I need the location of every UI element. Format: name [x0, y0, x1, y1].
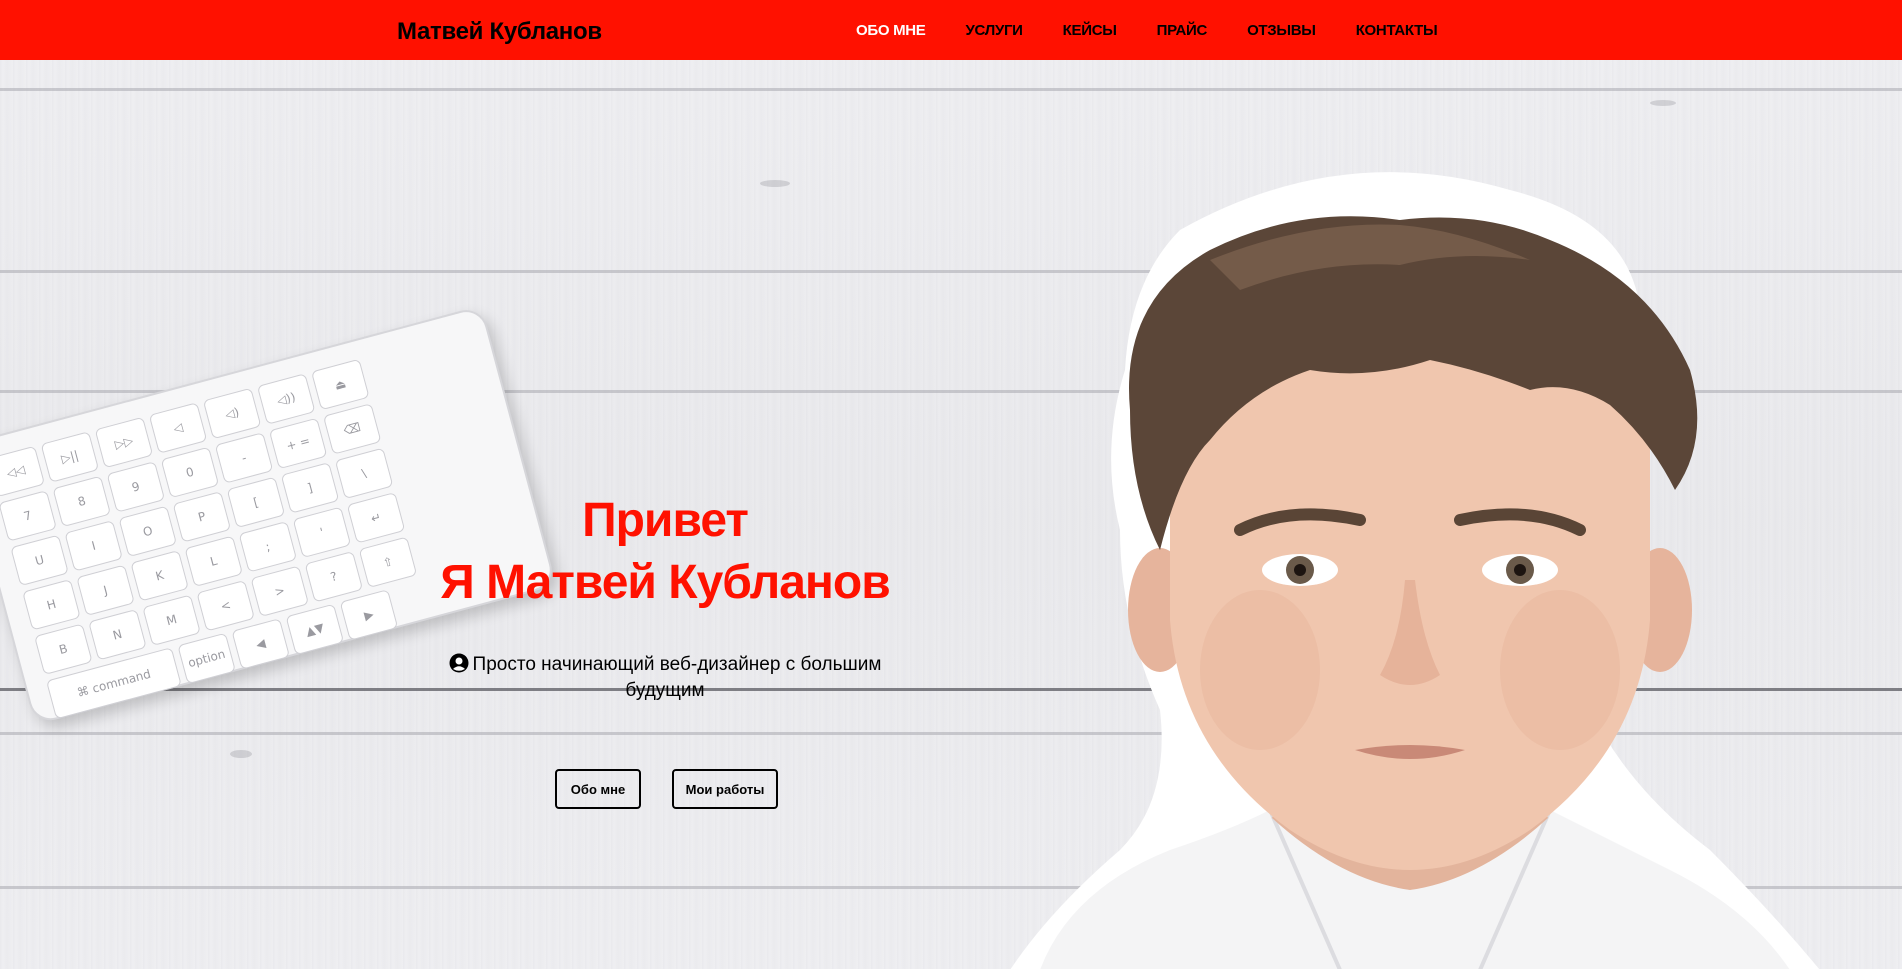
keyboard-key: M	[142, 594, 201, 647]
keyboard-key: ◁	[148, 402, 208, 454]
nav-item-reviews[interactable]: ОТЗЫВЫ	[1247, 22, 1316, 39]
keyboard-key: ◁))	[256, 373, 316, 425]
keyboard-key: <	[196, 579, 255, 632]
keyboard-key: 0	[160, 446, 220, 499]
keyboard-key: ;	[238, 521, 298, 573]
hero-subtitle-text: Просто начинающий веб-дизайнер с большим…	[472, 654, 882, 701]
keyboard-key: ⏏	[310, 358, 370, 411]
keyboard-key: O	[118, 505, 178, 558]
keyboard-key: ▲▼	[285, 603, 345, 656]
keyboard-key: N	[88, 608, 147, 661]
keyboard-key: ◁◁	[0, 445, 46, 498]
keyboard-key: \	[334, 447, 394, 500]
wood-knot	[1650, 100, 1676, 106]
site-header: Матвей Кубланов ОБО МНЕ УСЛУГИ КЕЙСЫ ПРА…	[0, 0, 1902, 60]
keyboard-key: option	[177, 632, 236, 685]
keyboard-key: -	[214, 432, 274, 484]
keyboard-key: ▷||	[40, 431, 100, 483]
keyboard-key: [	[226, 476, 286, 529]
my-works-button[interactable]: Мои работы	[672, 769, 778, 809]
keyboard-key: H	[22, 578, 81, 631]
main-nav: ОБО МНЕ УСЛУГИ КЕЙСЫ ПРАЙС ОТЗЫВЫ КОНТАК…	[856, 22, 1477, 39]
keyboard-key: >	[250, 565, 310, 618]
nav-item-services[interactable]: УСЛУГИ	[966, 22, 1023, 39]
keyboard-key: ◀	[231, 618, 291, 670]
portrait-photo	[1010, 172, 1820, 969]
keyboard-key: + =	[268, 417, 328, 470]
keyboard-key: ]	[280, 462, 340, 514]
wood-knot	[230, 750, 252, 758]
hero-title-line2: Я Матвей Кубланов	[440, 556, 890, 609]
hero-title: Привет Я Матвей Кубланов	[400, 490, 930, 614]
hero-title-line1: Привет	[582, 494, 749, 547]
wood-plank-seam	[0, 88, 1902, 91]
wood-knot	[760, 180, 790, 187]
keyboard-key: ?	[304, 550, 364, 603]
keyboard-key: 9	[106, 461, 166, 513]
keyboard-key: P	[172, 491, 232, 543]
keyboard-key: L	[184, 535, 244, 588]
about-button[interactable]: Обо мне	[555, 769, 641, 809]
nav-item-contacts[interactable]: КОНТАКТЫ	[1356, 22, 1438, 39]
keyboard-key: '	[292, 506, 352, 559]
keyboard-key: 8	[52, 475, 112, 528]
hero-subtitle: Просто начинающий веб-дизайнер с большим…	[420, 652, 910, 704]
nav-item-price[interactable]: ПРАЙС	[1157, 22, 1208, 39]
keyboard-key: ▷▷	[94, 416, 154, 469]
nav-item-about[interactable]: ОБО МНЕ	[856, 22, 926, 39]
site-logo[interactable]: Матвей Кубланов	[397, 18, 602, 46]
hero-section: ◁◁ ▷|| ▷▷ ◁ ◁) ◁)) ⏏ 7 8 9 0 - + = ⌫ U I…	[0, 60, 1902, 969]
keyboard-key: ↵	[346, 492, 406, 544]
keyboard-key: U	[10, 534, 69, 587]
keyboard-key: J	[76, 564, 135, 617]
user-circle-icon	[449, 653, 469, 673]
nav-item-cases[interactable]: КЕЙСЫ	[1063, 22, 1117, 39]
keyboard-key: 7	[0, 490, 57, 542]
keyboard-key: ⌫	[322, 403, 382, 455]
keyboard-key: ◁)	[202, 387, 262, 440]
keyboard-key: K	[130, 549, 189, 602]
keyboard-key: B	[34, 623, 93, 675]
keyboard-key: I	[64, 520, 123, 572]
keyboard-key: ▶	[339, 589, 399, 641]
